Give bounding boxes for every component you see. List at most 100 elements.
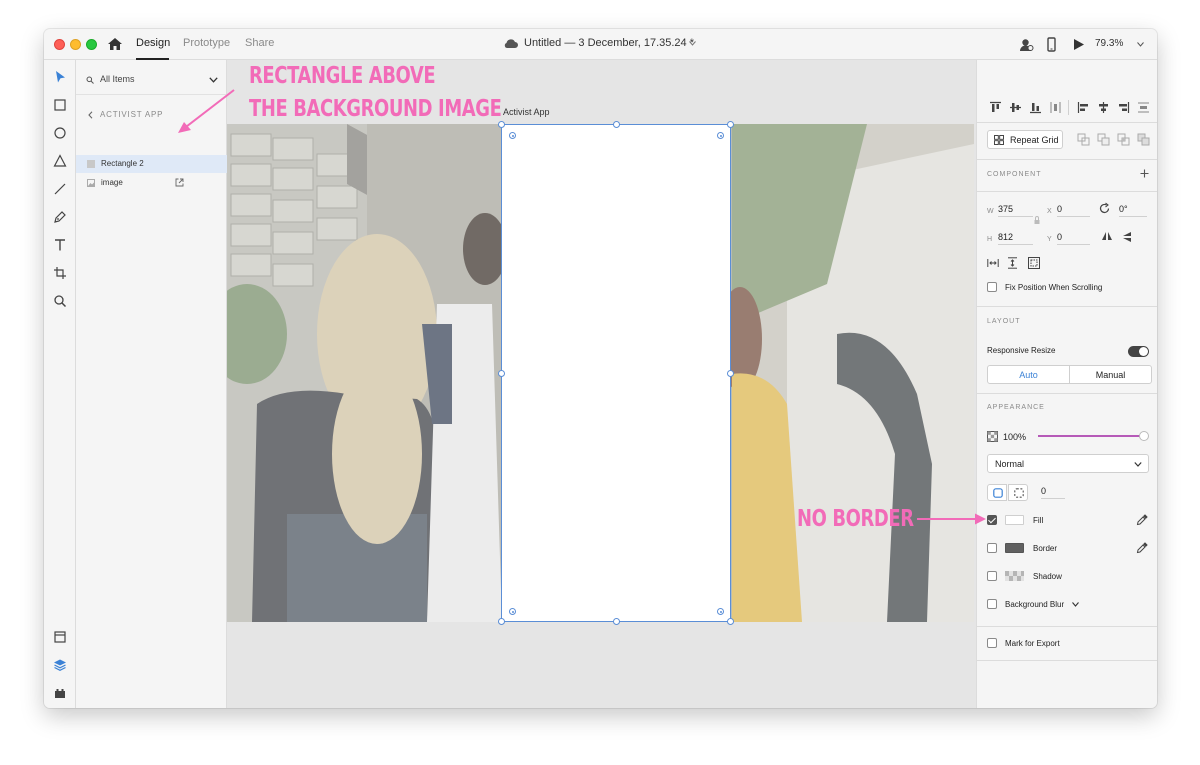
tab-share[interactable]: Share <box>245 37 274 49</box>
user-sync-icon[interactable] <box>1019 37 1034 52</box>
chevron-left-icon[interactable] <box>88 111 93 119</box>
shadow-checkbox[interactable] <box>987 571 997 581</box>
resize-handle-bottom-right[interactable] <box>727 618 734 625</box>
assets-panel-icon[interactable] <box>53 630 67 644</box>
x-field[interactable]: 0 <box>1057 202 1090 217</box>
corner-radius-all-button[interactable] <box>987 484 1007 501</box>
y-field[interactable]: 0 <box>1057 230 1090 245</box>
fill-label: Fill <box>1033 516 1044 525</box>
layer-item-image[interactable]: image <box>76 174 227 192</box>
line-tool-icon[interactable] <box>53 182 67 196</box>
text-tool-icon[interactable] <box>53 238 67 252</box>
play-icon[interactable] <box>1071 37 1086 52</box>
eyedropper-icon[interactable] <box>1136 514 1148 526</box>
align-top-icon[interactable] <box>989 101 1002 114</box>
repeat-grid-button[interactable]: Repeat Grid <box>987 130 1063 149</box>
zoom-tool-icon[interactable] <box>53 294 67 308</box>
mark-for-export-checkbox[interactable] <box>987 638 997 648</box>
responsive-resize-toggle[interactable] <box>1128 346 1149 357</box>
pen-tool-icon[interactable] <box>53 210 67 224</box>
opacity-value[interactable]: 100% <box>1003 432 1026 442</box>
rectangle-tool-icon[interactable] <box>53 98 67 112</box>
flip-horizontal-icon[interactable] <box>1101 231 1113 242</box>
fix-position-checkbox[interactable] <box>987 282 997 292</box>
mobile-preview-icon[interactable] <box>1044 37 1059 52</box>
resize-handle-top[interactable] <box>613 121 620 128</box>
height-field[interactable]: 812 <box>998 230 1033 245</box>
fill-color-swatch[interactable] <box>1005 515 1024 525</box>
align-bottom-icon[interactable] <box>1029 101 1042 114</box>
corner-radius-individual-button[interactable] <box>1008 484 1028 501</box>
align-left-icon[interactable] <box>1077 101 1090 114</box>
resize-handle-top-right[interactable] <box>727 121 734 128</box>
select-tool-icon[interactable] <box>53 70 67 84</box>
tab-prototype[interactable]: Prototype <box>183 37 230 49</box>
artboard-breadcrumb[interactable]: ACTIVIST APP <box>100 110 163 119</box>
property-inspector: Repeat Grid COMPONENT W 375 X 0 0° H 812… <box>976 60 1157 708</box>
chevron-down-icon[interactable] <box>689 41 696 46</box>
rectangle-2[interactable] <box>498 121 734 625</box>
fill-checkbox[interactable] <box>987 515 997 525</box>
external-link-icon[interactable] <box>175 178 184 187</box>
align-middle-icon[interactable] <box>1009 101 1022 114</box>
design-canvas[interactable]: Activist App <box>227 60 976 708</box>
width-field[interactable]: 375 <box>998 202 1033 217</box>
distribute-horizontal-icon[interactable] <box>1049 101 1062 114</box>
boolean-add-icon[interactable] <box>1077 133 1090 146</box>
align-center-icon[interactable] <box>1097 101 1110 114</box>
chevron-down-icon[interactable] <box>1072 602 1079 607</box>
layers-panel-icon[interactable] <box>53 658 67 672</box>
home-icon[interactable] <box>107 37 123 51</box>
boolean-intersect-icon[interactable] <box>1117 133 1130 146</box>
resize-handle-left[interactable] <box>498 370 505 377</box>
distribute-vertical-icon[interactable] <box>1137 101 1150 114</box>
boolean-exclude-icon[interactable] <box>1137 133 1150 146</box>
layer-item-rectangle-2[interactable]: Rectangle 2 <box>76 155 227 173</box>
corner-radius-handle[interactable] <box>509 132 516 139</box>
layers-panel: All Items ACTIVIST APP Rectangle 2 image <box>76 60 227 708</box>
divider <box>977 626 1157 627</box>
layout-section-title: LAYOUT <box>987 318 1021 325</box>
lock-aspect-icon[interactable] <box>1034 215 1040 225</box>
resize-handle-bottom-left[interactable] <box>498 618 505 625</box>
close-window-button[interactable] <box>54 39 65 50</box>
chevron-down-icon[interactable] <box>1137 42 1144 47</box>
eyedropper-icon[interactable] <box>1136 542 1148 554</box>
background-blur-checkbox[interactable] <box>987 599 997 609</box>
zoom-window-button[interactable] <box>86 39 97 50</box>
corner-radius-field[interactable]: 0 <box>1041 484 1065 499</box>
responsive-width-icon[interactable] <box>987 258 999 268</box>
opacity-slider-track[interactable] <box>1038 435 1142 437</box>
corner-radius-handle[interactable] <box>717 608 724 615</box>
opacity-slider-thumb[interactable] <box>1139 431 1149 441</box>
resize-handle-top-left[interactable] <box>498 121 505 128</box>
zoom-level[interactable]: 79.3% <box>1095 38 1123 49</box>
resize-handle-bottom[interactable] <box>613 618 620 625</box>
shadow-swatch[interactable] <box>1005 571 1024 581</box>
responsive-height-icon[interactable] <box>1007 257 1018 269</box>
responsive-fixed-icon[interactable] <box>1028 257 1040 269</box>
document-title[interactable]: Untitled — 3 December, 17.35.24 * <box>524 37 744 49</box>
align-right-icon[interactable] <box>1117 101 1130 114</box>
boolean-subtract-icon[interactable] <box>1097 133 1110 146</box>
border-color-swatch[interactable] <box>1005 543 1024 553</box>
minimize-window-button[interactable] <box>70 39 81 50</box>
blend-mode-select[interactable]: Normal <box>987 454 1149 473</box>
border-checkbox[interactable] <box>987 543 997 553</box>
ellipse-tool-icon[interactable] <box>53 126 67 140</box>
tab-design[interactable]: Design <box>136 37 170 49</box>
divider <box>977 306 1157 307</box>
polygon-tool-icon[interactable] <box>53 154 67 168</box>
artboard-label[interactable]: Activist App <box>503 107 550 117</box>
corner-radius-handle[interactable] <box>509 608 516 615</box>
resize-manual-button[interactable]: Manual <box>1069 365 1152 384</box>
artboard-tool-icon[interactable] <box>53 266 67 280</box>
corner-radius-handle[interactable] <box>717 132 724 139</box>
rotation-field[interactable]: 0° <box>1119 202 1147 217</box>
add-component-icon[interactable] <box>1140 169 1149 178</box>
annotation-background-image: THE BACKGROUND IMAGE <box>249 96 502 122</box>
flip-vertical-icon[interactable] <box>1122 231 1133 243</box>
resize-auto-button[interactable]: Auto <box>987 365 1070 384</box>
plugins-panel-icon[interactable] <box>53 686 67 700</box>
resize-handle-right[interactable] <box>727 370 734 377</box>
